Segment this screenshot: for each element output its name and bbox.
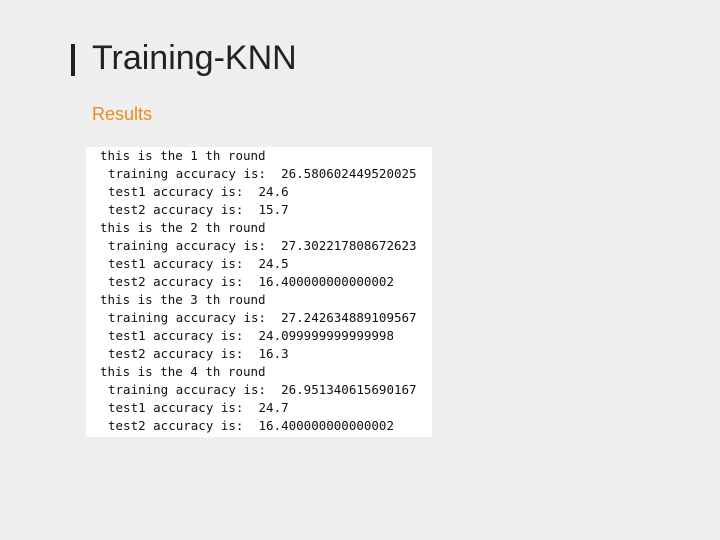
console-line: test2 accuracy is: 16.400000000000002	[108, 418, 394, 433]
console-line: training accuracy is: 26.951340615690167	[108, 382, 417, 397]
console-line: test1 accuracy is: 24.7	[108, 400, 289, 415]
console-line: this is the 1 th round	[100, 148, 266, 163]
console-lines: this is the 1 th round training accuracy…	[100, 147, 417, 435]
console-line: this is the 3 th round	[100, 292, 266, 307]
title-accent-bar	[71, 44, 75, 76]
console-line: this is the 2 th round	[100, 220, 266, 235]
console-line: training accuracy is: 26.580602449520025	[108, 166, 417, 181]
console-line: training accuracy is: 27.242634889109567	[108, 310, 417, 325]
slide-subtitle: Results	[92, 104, 153, 124]
console-line: this is the 4 th round	[100, 364, 266, 379]
console-line: test2 accuracy is: 16.3	[108, 346, 289, 361]
console-line: test2 accuracy is: 15.7	[108, 202, 289, 217]
slide-title: Training-KNN	[92, 39, 297, 77]
console-line: training accuracy is: 27.302217808672623	[108, 238, 417, 253]
console-line: test2 accuracy is: 16.400000000000002	[108, 274, 394, 289]
console-output-screenshot: this is the 1 th round training accuracy…	[86, 147, 432, 437]
console-line: test1 accuracy is: 24.6	[108, 184, 289, 199]
console-line: test1 accuracy is: 24.099999999999998	[108, 328, 394, 343]
console-line: test1 accuracy is: 24.5	[108, 256, 289, 271]
